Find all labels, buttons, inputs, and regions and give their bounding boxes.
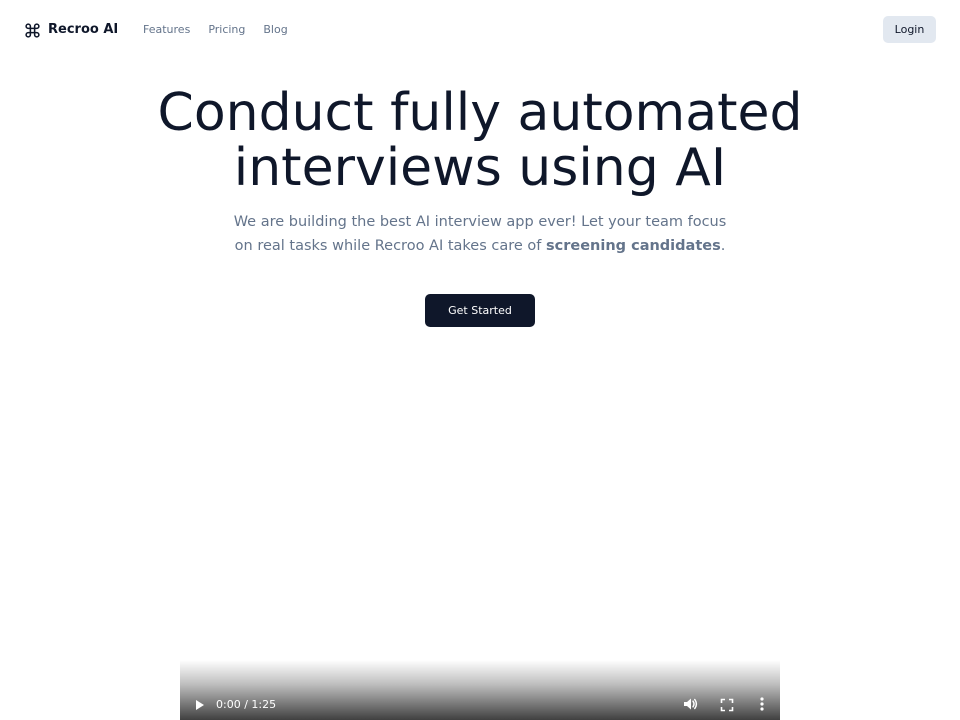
fullscreen-icon[interactable] [720,697,734,712]
brand-logo-link[interactable]: Recroo AI [24,20,118,40]
nav-links: Features Pricing Blog [143,20,306,40]
nav-link-pricing[interactable]: Pricing [208,20,245,40]
demo-video-player[interactable]: 0:00 / 1:25 [180,340,780,720]
nav-link-blog[interactable]: Blog [263,20,287,40]
get-started-button[interactable]: Get Started [425,294,535,327]
video-time: 0:00 / 1:25 [216,698,277,711]
top-navbar: Recroo AI Features Pricing Blog Login [0,0,960,60]
hero-title-line-2: interviews using AI [233,138,727,198]
hero-subtitle: We are building the best AI interview ap… [230,210,730,258]
login-button[interactable]: Login [883,16,936,43]
play-icon[interactable] [194,697,206,711]
hero-title: Conduct fully automated interviews using… [80,86,880,196]
nav-link-features[interactable]: Features [143,20,190,40]
brand-name: Recroo AI [48,22,119,37]
more-options-icon[interactable] [758,696,766,712]
command-icon [24,22,41,39]
hero-subtitle-emphasis: screening candidates [546,238,721,254]
volume-icon[interactable] [682,696,698,712]
hero-title-line-1: Conduct fully automated [157,83,803,143]
video-controls-bar: 0:00 / 1:25 [180,660,780,720]
hero-subtitle-end: . [720,238,726,254]
